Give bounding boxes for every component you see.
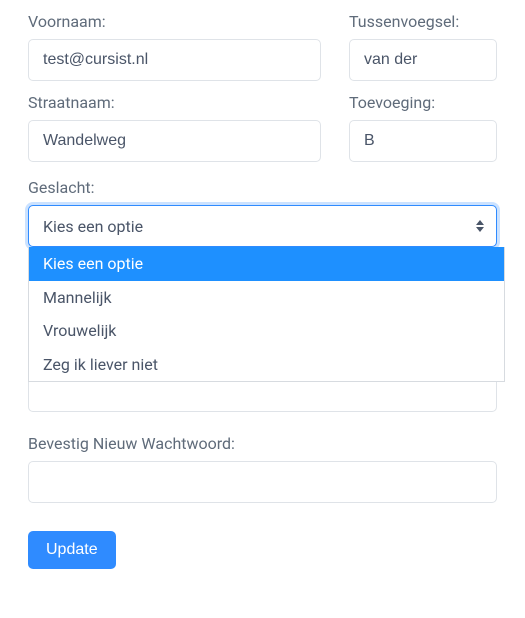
straatnaam-input[interactable] — [28, 120, 321, 162]
geslacht-dropdown: Kies een optie Mannelijk Vrouwelijk Zeg … — [28, 247, 505, 382]
geslacht-selected-text: Kies een optie — [43, 217, 143, 236]
update-button[interactable]: Update — [28, 531, 116, 569]
geslacht-label: Geslacht: — [28, 178, 497, 197]
geslacht-option-3[interactable]: Zeg ik liever niet — [29, 348, 504, 382]
geslacht-option-1[interactable]: Mannelijk — [29, 281, 504, 315]
toevoeging-label: Toevoeging: — [349, 93, 497, 112]
geslacht-option-0[interactable]: Kies een optie — [29, 247, 504, 281]
bevestig-wachtwoord-input[interactable] — [28, 461, 497, 503]
bevestig-wachtwoord-label: Bevestig Nieuw Wachtwoord: — [28, 434, 497, 453]
tussenvoegsel-input[interactable] — [349, 39, 497, 81]
toevoeging-input[interactable] — [349, 120, 497, 162]
tussenvoegsel-label: Tussenvoegsel: — [349, 12, 497, 31]
chevron-sort-icon — [476, 220, 484, 232]
geslacht-option-2[interactable]: Vrouwelijk — [29, 314, 504, 348]
voornaam-label: Voornaam: — [28, 12, 321, 31]
geslacht-select[interactable]: Kies een optie — [28, 205, 497, 247]
voornaam-input[interactable] — [28, 39, 321, 81]
straatnaam-label: Straatnaam: — [28, 93, 321, 112]
